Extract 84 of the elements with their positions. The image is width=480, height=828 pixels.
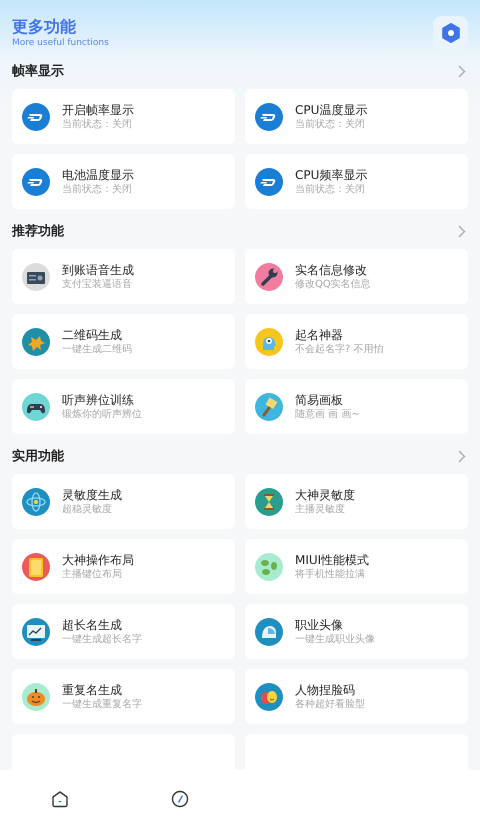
feature-subtitle: 将手机性能拉满 (295, 568, 366, 582)
feature-card[interactable]: 听声辨位训练 锻炼你的听声辨位 (12, 379, 235, 434)
feature-subtitle: 随意画 画 画~ (295, 408, 360, 422)
atom-icon (22, 488, 50, 516)
feature-title: 起名神器 (295, 326, 344, 342)
feature-title: 灵敏度生成 (62, 486, 122, 502)
feature-title: 实名信息修改 (295, 262, 368, 278)
feature-title: MIUI性能模式 (295, 552, 370, 568)
feature-title: 开启帧率显示 (62, 102, 134, 118)
feature-card[interactable]: 人物捏脸码 各种超好看脸型 (245, 669, 468, 724)
settings-button[interactable] (433, 16, 468, 50)
feature-subtitle: 当前状态：关闭 (62, 118, 133, 132)
feature-card[interactable]: 重复名生成 一键生成重复名字 (12, 669, 235, 724)
gamepad-icon (22, 392, 50, 420)
feature-card[interactable]: CPU频率显示 当前状态：关闭 (245, 154, 468, 209)
feature-title: 大神操作布局 (62, 552, 134, 568)
feature-card[interactable]: 开启帧率显示 当前状态：关闭 (12, 89, 235, 144)
pumpkin-icon (22, 682, 50, 710)
compass-icon (171, 790, 189, 808)
hourglass-icon (255, 488, 283, 516)
dash-icon (22, 102, 50, 130)
feature-subtitle: 当前状态：关闭 (295, 118, 366, 132)
feature-card[interactable]: 灵敏度生成 超稳灵敏度 (12, 474, 235, 529)
leaves-icon (255, 552, 283, 580)
feature-title: 到账语音生成 (62, 262, 134, 278)
chevron-icon[interactable] (458, 224, 466, 238)
feature-card[interactable]: 电池温度显示 当前状态：关闭 (12, 154, 235, 209)
tablet-icon (22, 552, 50, 580)
feature-subtitle: 一键生成超长名字 (62, 632, 142, 646)
settings-icon (440, 23, 460, 43)
feature-title: CPU频率显示 (295, 166, 368, 182)
feature-subtitle: 修改QQ实名信息 (295, 278, 371, 292)
feature-card[interactable]: 实名信息修改 修改QQ实名信息 (245, 249, 468, 304)
page-title: 更多功能 (12, 17, 77, 37)
helmet-icon (255, 618, 283, 646)
feature-subtitle: 不会起名字? 不用怕 (295, 342, 384, 356)
feature-card[interactable]: 二维码生成 一键生成二维码 (12, 314, 235, 369)
feature-card[interactable]: CPU温度显示 当前状态：关闭 (245, 89, 468, 144)
section-title: 帧率显示 (12, 62, 64, 80)
feature-title: 重复名生成 (62, 682, 123, 698)
feature-subtitle: 支付宝装逼语音 (62, 278, 133, 292)
chevron-icon[interactable] (458, 450, 466, 462)
feature-subtitle: 各种超好看脸型 (295, 698, 365, 712)
feature-title: 电池温度显示 (62, 166, 134, 182)
masks-icon (255, 682, 283, 710)
section-title: 推荐功能 (12, 223, 64, 240)
feature-title: 大神灵敏度 (295, 486, 355, 502)
feature-title: 超长名生成 (62, 616, 123, 632)
feature-title: 职业头像 (295, 616, 344, 632)
splash-icon (22, 328, 50, 356)
feature-subtitle: 一键生成二维码 (62, 342, 132, 356)
feature-subtitle: 当前状态：关闭 (295, 182, 366, 196)
feature-subtitle: 一键生成职业头像 (295, 632, 375, 646)
home-icon (51, 790, 69, 808)
wrench-icon (255, 262, 283, 290)
feature-card[interactable]: MIUI性能模式 将手机性能拉满 (245, 539, 468, 594)
dash-icon (255, 168, 283, 196)
feature-card[interactable]: 职业头像 一键生成职业头像 (245, 604, 468, 659)
feature-title: 人物捏脸码 (295, 682, 356, 698)
dash-icon (22, 168, 50, 196)
dash-icon (255, 102, 283, 130)
feature-subtitle: 超稳灵敏度 (62, 502, 113, 516)
feature-title: CPU温度显示 (295, 102, 368, 118)
feature-card[interactable]: 简易画板 随意画 画 画~ (245, 379, 468, 434)
feature-subtitle: 锻炼你的听声辨位 (62, 408, 142, 422)
feature-subtitle: 主播键位布局 (62, 568, 123, 582)
feature-card[interactable]: 起名神器 不会起名字? 不用怕 (245, 314, 468, 369)
head-icon (255, 328, 283, 356)
feature-card[interactable]: 大神操作布局 主播键位布局 (12, 539, 235, 594)
feature-subtitle: 当前状态：关闭 (62, 182, 133, 196)
page-subtitle: More useful functions (12, 37, 109, 49)
feature-subtitle: 主播灵敏度 (295, 502, 346, 516)
feature-subtitle: 一键生成重复名字 (62, 698, 142, 712)
feature-card[interactable]: 超长名生成 一键生成超长名字 (12, 604, 235, 659)
chevron-icon[interactable] (458, 64, 466, 78)
monitor-icon (22, 618, 50, 646)
feature-title: 听声辨位训练 (62, 392, 135, 408)
brush-icon (255, 392, 283, 420)
radio-icon (22, 262, 50, 290)
feature-title: 二维码生成 (62, 326, 123, 342)
feature-card[interactable]: 到账语音生成 支付宝装逼语音 (12, 249, 235, 304)
feature-card[interactable]: 大神灵敏度 主播灵敏度 (245, 474, 468, 529)
feature-title: 简易画板 (295, 392, 344, 408)
section-title: 实用功能 (12, 448, 64, 465)
